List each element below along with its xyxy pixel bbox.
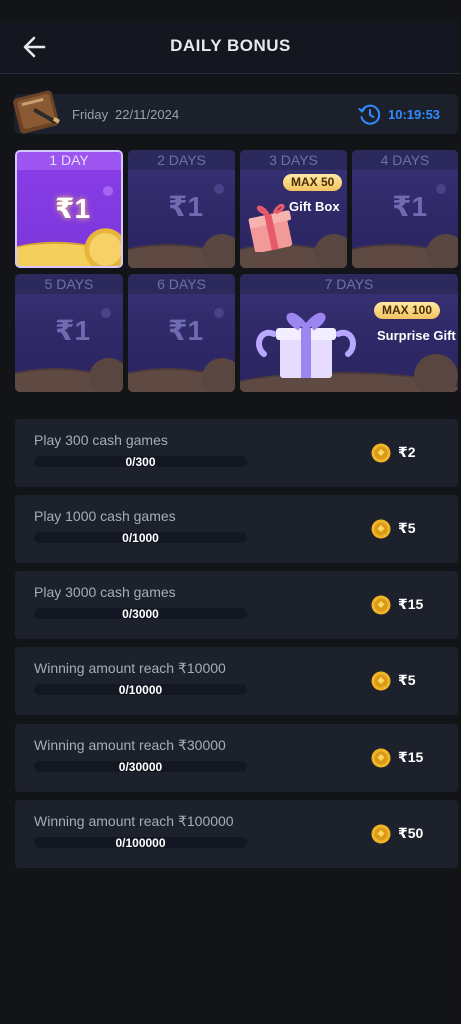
coin-icon: [371, 671, 391, 691]
decor-dot: [101, 308, 111, 318]
coin-pile-icon: [15, 358, 123, 392]
task-title: Play 3000 cash games: [34, 584, 176, 600]
coin-pile-icon: [128, 358, 235, 392]
coin-icon: [371, 824, 391, 844]
task-title: Winning amount reach ₹30000: [34, 737, 226, 753]
progress-text: 0/10000: [118, 683, 163, 697]
progress-text: 0/1000: [122, 531, 159, 545]
task-title: Winning amount reach ₹100000: [34, 813, 234, 829]
progress-text: 0/100000: [115, 836, 166, 850]
decor-dot: [214, 308, 224, 318]
day-label: 2 DAYS: [128, 150, 235, 170]
coin-icon: [371, 443, 391, 463]
day-card-1[interactable]: 1 DAY ₹1: [15, 150, 123, 268]
progress-text: 0/3000: [122, 607, 159, 621]
max-badge: MAX 50: [283, 174, 343, 191]
day-card-2[interactable]: 2 DAYS ₹1: [128, 150, 235, 268]
coin-pile-icon: [128, 234, 235, 268]
task-title: Winning amount reach ₹10000: [34, 660, 226, 676]
day-card-7[interactable]: 7 DAYS MAX 100 Surprise Gift: [240, 274, 458, 392]
day-card-5[interactable]: 5 DAYS ₹1: [15, 274, 123, 392]
surprise-gift-icon: [256, 313, 356, 378]
task-row: Winning amount reach ₹10000 0/10000 ₹5: [15, 647, 458, 715]
task-title: Play 300 cash games: [34, 432, 168, 448]
task-row: Play 300 cash games 0/300 ₹2: [15, 419, 458, 487]
decor-dot: [214, 184, 224, 194]
task-title: Play 1000 cash games: [34, 508, 176, 524]
day-card-6[interactable]: 6 DAYS ₹1: [128, 274, 235, 392]
decor-dot: [103, 186, 113, 196]
book-icon: [13, 90, 60, 134]
decor-dot: [436, 184, 446, 194]
coin-icon: [371, 595, 391, 615]
task-row: Winning amount reach ₹100000 0/100000 ₹5…: [15, 800, 458, 868]
page-title: DAILY BONUS: [170, 36, 291, 55]
coin-pile-icon: [17, 228, 121, 266]
coin-icon: [371, 748, 391, 768]
date-value: 22/11/2024: [115, 107, 180, 122]
day-label: 3 DAYS: [240, 150, 347, 170]
status-bar: [0, 0, 461, 22]
gift-label: Surprise Gift: [377, 328, 456, 343]
day-label: 1 DAY: [17, 152, 121, 170]
day-card-3[interactable]: 3 DAYS MAX 50 Gift Box: [240, 150, 347, 268]
clock-icon: [358, 104, 381, 125]
progress-text: 0/300: [125, 455, 156, 469]
day-label: 6 DAYS: [128, 274, 235, 294]
day-label: 7 DAYS: [240, 274, 458, 294]
day-label: 5 DAYS: [15, 274, 123, 294]
gift-box-icon: [248, 203, 293, 252]
reward-amount: ₹50: [398, 825, 424, 841]
reward-amount: ₹15: [398, 749, 424, 765]
max-badge: MAX 100: [374, 302, 441, 319]
gift-label: Gift Box: [289, 199, 340, 214]
reward-amount: ₹5: [398, 672, 416, 688]
date-bar: Friday 22/11/2024 10:19:53: [13, 90, 458, 134]
app-header: DAILY BONUS: [0, 22, 461, 74]
reward-amount: ₹2: [398, 444, 416, 460]
reward-amount: ₹5: [398, 520, 416, 536]
task-row: Winning amount reach ₹30000 0/30000 ₹15: [15, 724, 458, 792]
reward-amount: ₹15: [398, 596, 424, 612]
day-label: 4 DAYS: [352, 150, 458, 170]
day-name: Friday: [72, 107, 109, 122]
coin-pile-icon: [352, 234, 458, 268]
day-card-4[interactable]: 4 DAYS ₹1: [352, 150, 458, 268]
task-row: Play 3000 cash games 0/3000 ₹15: [15, 571, 458, 639]
task-row: Play 1000 cash games 0/1000 ₹5: [15, 495, 458, 563]
progress-text: 0/30000: [118, 760, 163, 774]
countdown-time: 10:19:53: [388, 107, 441, 122]
coin-icon: [371, 519, 391, 539]
